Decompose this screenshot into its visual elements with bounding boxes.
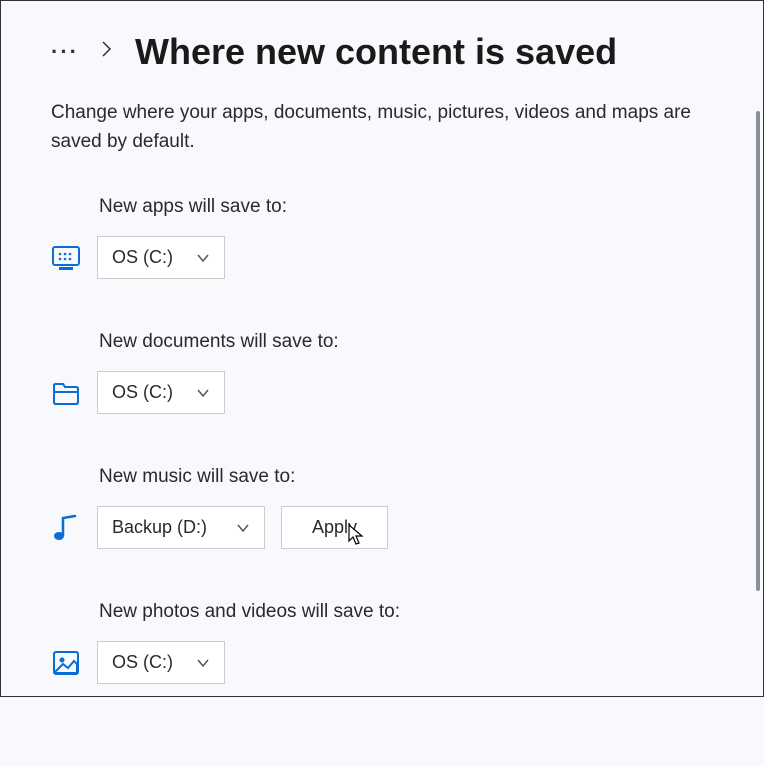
photos-label: New photos and videos will save to:: [99, 601, 713, 623]
chevron-down-icon: [196, 247, 210, 268]
documents-label: New documents will save to:: [99, 331, 713, 353]
documents-section: New documents will save to: OS (C:): [51, 331, 713, 414]
more-icon[interactable]: ···: [51, 39, 79, 65]
apps-drive-dropdown[interactable]: OS (C:): [97, 236, 225, 279]
chevron-down-icon: [196, 652, 210, 673]
documents-drive-value: OS (C:): [112, 382, 173, 403]
documents-drive-dropdown[interactable]: OS (C:): [97, 371, 225, 414]
monitor-icon: [51, 243, 81, 273]
chevron-down-icon: [236, 517, 250, 538]
music-note-icon: [51, 513, 81, 543]
music-drive-value: Backup (D:): [112, 517, 207, 538]
chevron-down-icon: [196, 382, 210, 403]
chevron-right-icon: [101, 40, 113, 64]
breadcrumb: ··· Where new content is saved: [51, 31, 713, 73]
photos-drive-dropdown[interactable]: OS (C:): [97, 641, 225, 684]
music-section: New music will save to: Backup (D:) Appl…: [51, 466, 713, 549]
apps-section: New apps will save to: OS (C:): [51, 196, 713, 279]
apply-button[interactable]: Apply: [281, 506, 388, 549]
photos-drive-value: OS (C:): [112, 652, 173, 673]
apps-label: New apps will save to:: [99, 196, 713, 218]
folder-icon: [51, 378, 81, 408]
page-title: Where new content is saved: [135, 31, 617, 73]
photos-section: New photos and videos will save to: OS (…: [51, 601, 713, 684]
image-icon: [51, 648, 81, 678]
music-label: New music will save to:: [99, 466, 713, 488]
page-description: Change where your apps, documents, music…: [51, 99, 691, 156]
scrollbar[interactable]: [756, 111, 760, 591]
music-drive-dropdown[interactable]: Backup (D:): [97, 506, 265, 549]
apps-drive-value: OS (C:): [112, 247, 173, 268]
